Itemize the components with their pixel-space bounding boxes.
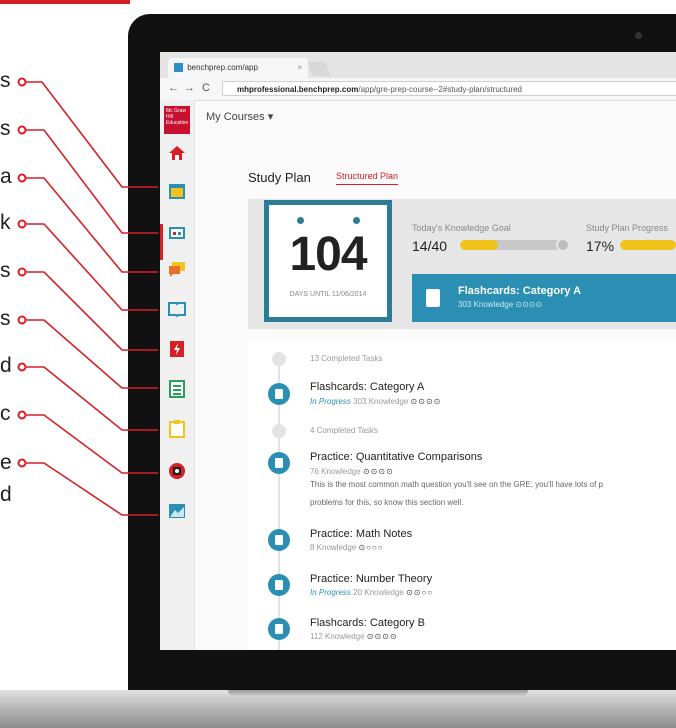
callout-lines bbox=[17, 77, 158, 516]
